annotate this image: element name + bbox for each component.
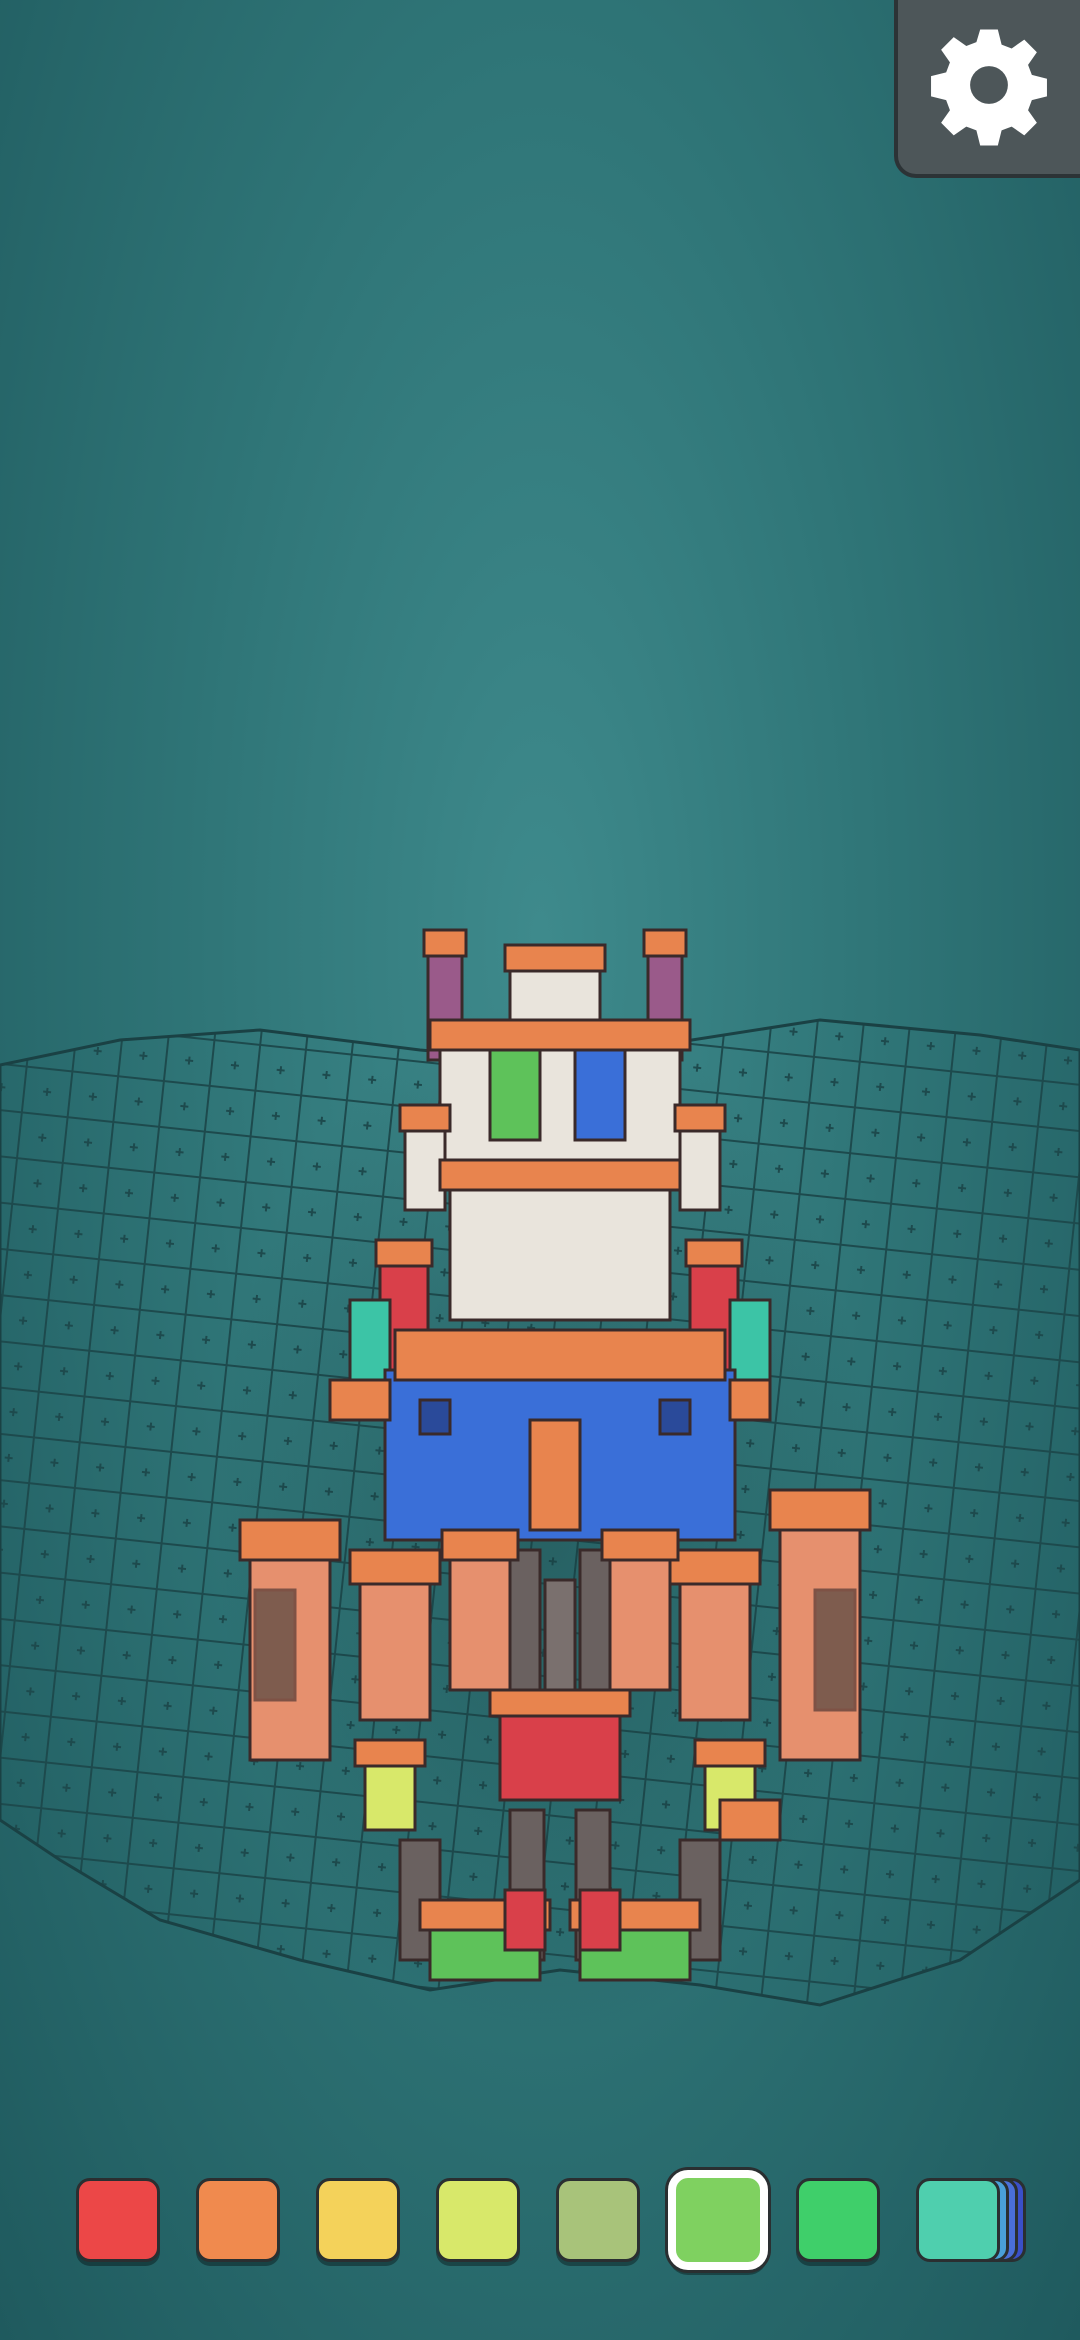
color-palette xyxy=(0,2170,1080,2270)
town-scene[interactable] xyxy=(0,0,1080,2340)
swatch-orange[interactable] xyxy=(196,2178,280,2262)
swatch-green[interactable] xyxy=(796,2178,880,2262)
swatch-teal-stack[interactable] xyxy=(916,2178,1026,2262)
gear-icon xyxy=(926,22,1052,153)
swatch-red[interactable] xyxy=(76,2178,160,2262)
swatch-yellow[interactable] xyxy=(316,2178,400,2262)
swatch-olive-green[interactable] xyxy=(556,2178,640,2262)
swatch-teal xyxy=(916,2178,1000,2262)
swatch-light-green-selected[interactable] xyxy=(668,2170,768,2270)
swatch-lime[interactable] xyxy=(436,2178,520,2262)
settings-button[interactable] xyxy=(894,0,1080,178)
